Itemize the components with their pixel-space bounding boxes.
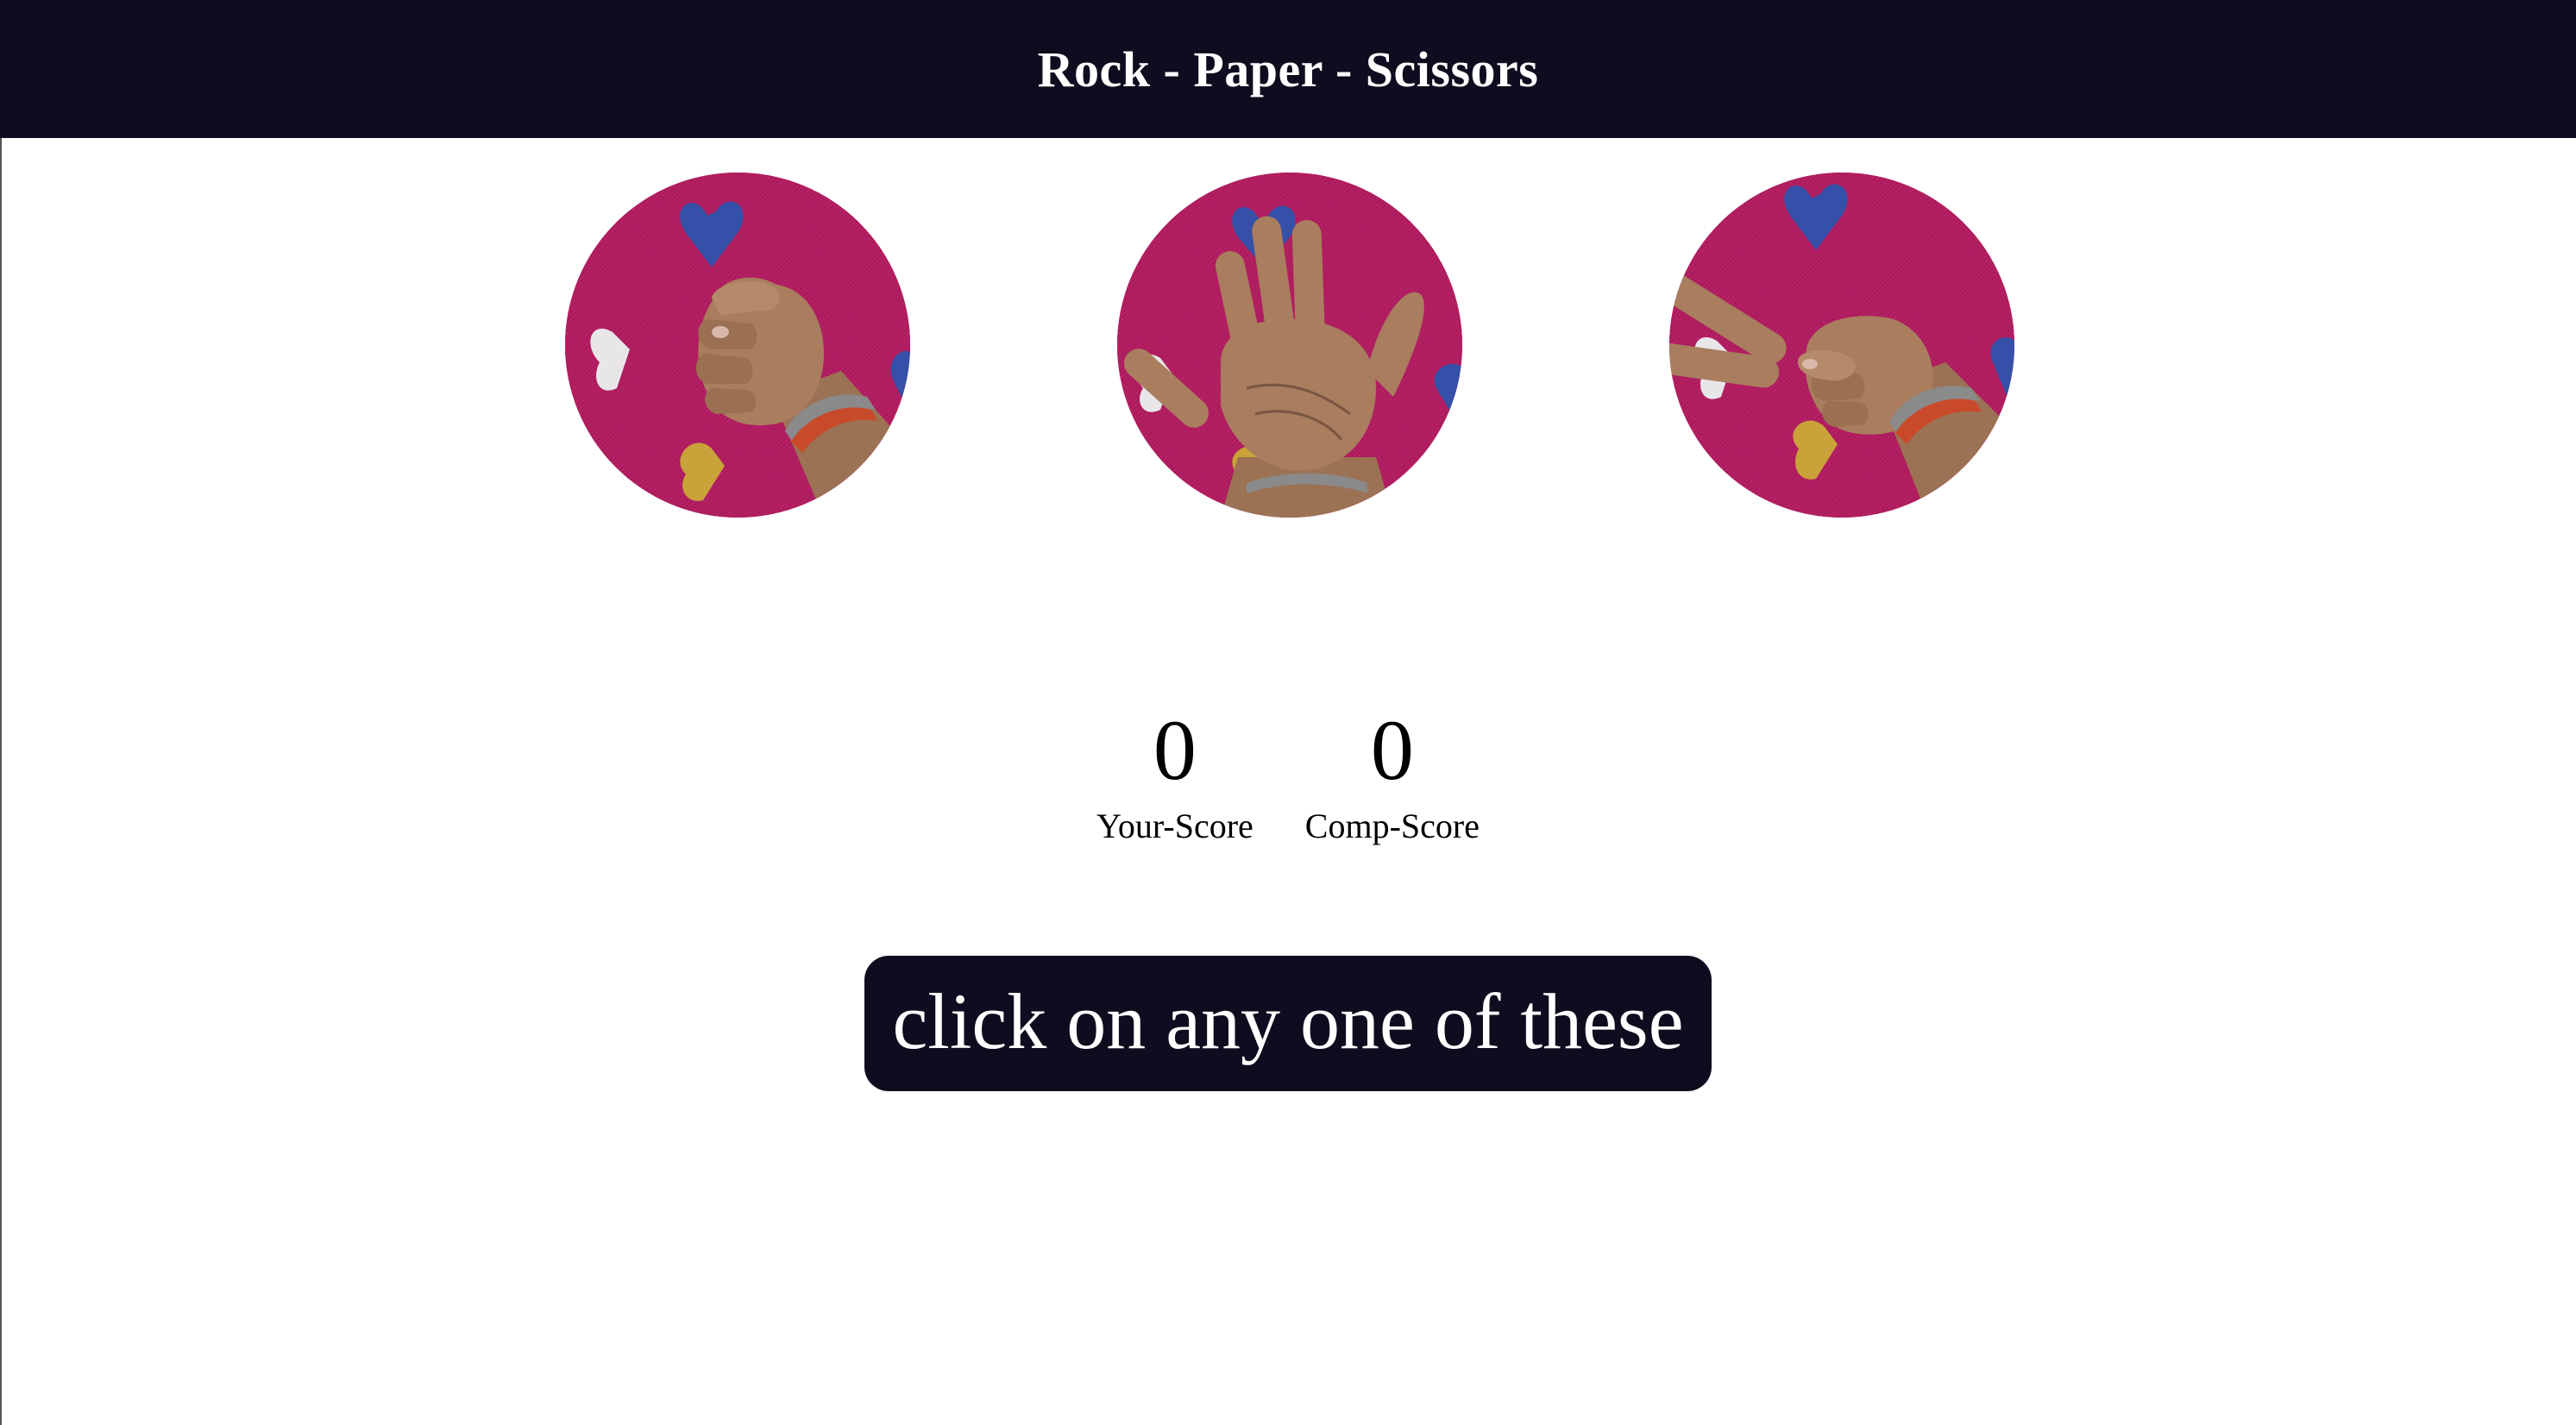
v-sign-hand-photo-icon	[1669, 173, 2014, 518]
fist-hand-photo-icon	[565, 173, 910, 518]
user-score-value: 0	[1153, 702, 1197, 798]
choices-row	[0, 173, 2576, 518]
status-message: click on any one of these	[864, 956, 1712, 1092]
choice-paper[interactable]	[1117, 173, 1462, 518]
comp-score-label: Comp-Score	[1304, 807, 1480, 845]
choice-scissors[interactable]	[1669, 173, 2014, 518]
comp-score: 0 Comp-Score	[1305, 707, 1480, 846]
game-header: Rock - Paper - Scissors	[0, 0, 2576, 138]
game-title: Rock - Paper - Scissors	[1037, 41, 1539, 97]
choice-rock[interactable]	[565, 173, 910, 518]
user-score: 0 Your-Score	[1096, 707, 1253, 846]
open-palm-hand-photo-icon	[1117, 173, 1462, 518]
message-container: click on any one of these	[0, 956, 2576, 1092]
score-board: 0 Your-Score 0 Comp-Score	[0, 707, 2576, 846]
comp-score-value: 0	[1370, 702, 1414, 798]
user-score-label: Your-Score	[1096, 807, 1253, 845]
